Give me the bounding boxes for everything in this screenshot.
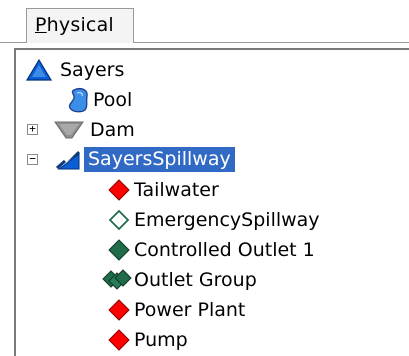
physical-tree[interactable]: Sayers Pool + Dam − SayersSpillway Tailw…: [14, 48, 409, 356]
tree-node-label: Tailwater: [134, 179, 219, 201]
triangle-icon: [25, 58, 53, 82]
pool-icon: [68, 87, 90, 113]
tree-node-pump[interactable]: Pump: [108, 326, 328, 354]
hollow-diamond-icon: [108, 209, 130, 231]
tree-node-sayersspillway[interactable]: − SayersSpillway: [24, 146, 264, 174]
tree-node-label: Dam: [90, 119, 135, 141]
collapse-toggle[interactable]: −: [27, 152, 38, 165]
tree-node-label: Pump: [134, 329, 188, 351]
tree-node-sayers[interactable]: Sayers: [24, 56, 224, 84]
red-diamond-icon: [108, 329, 130, 351]
red-diamond-icon: [108, 299, 130, 321]
tree-node-label: SayersSpillway: [84, 147, 235, 172]
physical-tree-panel: Physical Sayers Pool + Dam − SayersSpill…: [0, 0, 409, 356]
tree-node-dam[interactable]: + Dam: [24, 116, 224, 144]
tree-node-label: Pool: [93, 89, 133, 111]
tree-node-label: Sayers: [60, 59, 125, 81]
tree-node-tailwater[interactable]: Tailwater: [108, 176, 328, 204]
plus-icon: +: [29, 122, 36, 135]
tab-physical[interactable]: Physical: [26, 8, 134, 43]
minus-icon: −: [29, 152, 36, 165]
tree-node-emergencyspillway[interactable]: EmergencySpillway: [108, 206, 368, 234]
tree-node-power-plant[interactable]: Power Plant: [108, 296, 328, 324]
dam-icon: [54, 120, 84, 140]
tab-divider: [133, 42, 409, 43]
tree-node-controlled-outlet-1[interactable]: Controlled Outlet 1: [108, 236, 368, 264]
tree-node-outlet-group[interactable]: Outlet Group: [102, 266, 362, 294]
spillway-icon: [54, 148, 82, 172]
tree-node-label: EmergencySpillway: [134, 209, 320, 231]
red-diamond-icon: [108, 179, 130, 201]
tab-physical-label: Physical: [35, 14, 114, 36]
tree-node-pool[interactable]: Pool: [66, 86, 266, 114]
expand-toggle[interactable]: +: [27, 122, 38, 135]
tree-node-label: Outlet Group: [134, 269, 257, 291]
tree-node-label: Power Plant: [134, 299, 246, 321]
green-diamond-icon: [108, 239, 130, 261]
tab-divider: [0, 42, 27, 43]
tree-node-label: Controlled Outlet 1: [134, 239, 315, 261]
diamond-group-icon: [102, 268, 132, 292]
